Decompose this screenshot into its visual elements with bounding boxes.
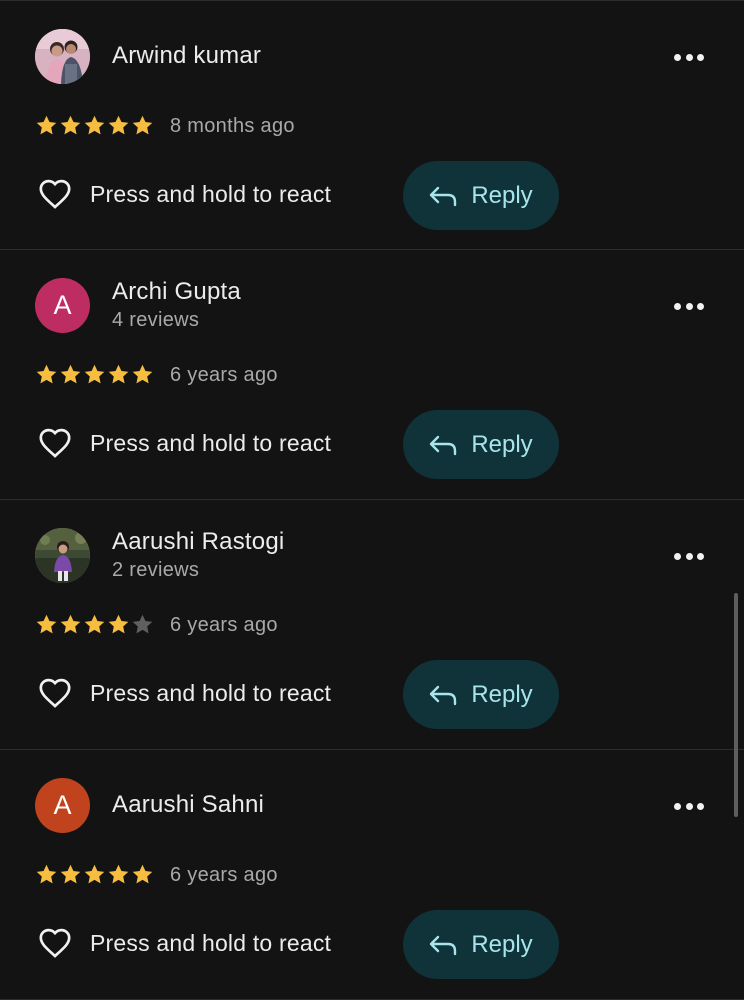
reply-button[interactable]: Reply — [403, 410, 559, 479]
more-vert-icon — [674, 302, 681, 310]
reviewer-name[interactable]: Aarushi Rastogi — [112, 528, 284, 556]
star-rating — [35, 613, 154, 636]
star-icon — [36, 864, 57, 884]
star-icon — [108, 864, 129, 884]
star-icon — [84, 614, 105, 634]
reply-button[interactable]: Reply — [403, 161, 559, 230]
more-options-button[interactable] — [674, 300, 704, 312]
reply-arrow-icon — [430, 186, 457, 206]
avatar[interactable] — [35, 528, 90, 583]
review-item: Aarushi Rastogi 2 reviews 6 years ago Press… — [0, 500, 744, 750]
reply-button[interactable]: Reply — [403, 660, 559, 729]
reply-label: Reply — [471, 680, 533, 708]
react-button[interactable]: Press and hold to react — [37, 676, 331, 710]
review-time: 8 months ago — [170, 115, 295, 137]
reply-label: Reply — [471, 430, 533, 458]
reviewer-name[interactable]: Archi Gupta — [112, 278, 241, 306]
more-options-button[interactable] — [674, 550, 704, 562]
star-icon — [60, 364, 81, 384]
star-icon — [132, 115, 153, 135]
more-vert-icon — [674, 53, 681, 61]
star-icon — [36, 364, 57, 384]
review-time: 6 years ago — [170, 364, 278, 386]
avatar[interactable]: A — [35, 778, 90, 833]
react-label: Press and hold to react — [90, 679, 332, 706]
reviewer-review-count: 2 reviews — [112, 559, 200, 581]
avatar-letter: A — [53, 290, 72, 320]
star-icon — [108, 364, 129, 384]
heart-outline-icon — [39, 678, 71, 708]
reply-label: Reply — [471, 181, 533, 209]
star-icon — [108, 115, 129, 135]
star-icon — [132, 614, 153, 634]
review-list: Arwind kumar 8 months ago Press and hold t… — [0, 0, 744, 1000]
avatar[interactable]: A — [35, 278, 90, 333]
star-rating — [35, 863, 154, 886]
react-label: Press and hold to react — [90, 429, 332, 456]
star-icon — [60, 614, 81, 634]
star-icon — [132, 364, 153, 384]
star-icon — [132, 864, 153, 884]
more-vert-icon — [674, 552, 681, 560]
avatar[interactable] — [35, 29, 90, 84]
review-item: Arwind kumar 8 months ago Press and hold t… — [0, 0, 744, 250]
star-icon — [60, 115, 81, 135]
star-icon — [84, 364, 105, 384]
star-icon — [60, 864, 81, 884]
star-rating — [35, 114, 154, 137]
star-rating — [35, 363, 154, 386]
reply-arrow-icon — [430, 685, 457, 705]
scrollbar[interactable] — [734, 593, 738, 817]
reply-label: Reply — [471, 930, 533, 958]
more-vert-icon — [674, 802, 681, 810]
heart-outline-icon — [39, 928, 71, 958]
avatar-letter: A — [53, 790, 72, 820]
star-icon — [84, 115, 105, 135]
reviewer-name[interactable]: Arwind kumar — [112, 42, 261, 70]
heart-outline-icon — [39, 179, 71, 209]
react-label: Press and hold to react — [90, 929, 332, 956]
reviewer-review-count: 4 reviews — [112, 309, 200, 331]
more-options-button[interactable] — [674, 51, 704, 63]
review-item: A Aarushi Sahni 6 years ago Press and hold … — [0, 750, 744, 1000]
reviewer-name[interactable]: Aarushi Sahni — [112, 791, 264, 819]
more-options-button[interactable] — [674, 800, 704, 812]
reply-arrow-icon — [430, 935, 457, 955]
react-button[interactable]: Press and hold to react — [37, 926, 331, 960]
heart-outline-icon — [39, 428, 71, 458]
reply-arrow-icon — [430, 435, 457, 455]
star-icon — [108, 614, 129, 634]
react-label: Press and hold to react — [90, 180, 332, 207]
star-icon — [36, 115, 57, 135]
review-time: 6 years ago — [170, 864, 278, 886]
review-item: A Archi Gupta 4 reviews 6 years ago Press an… — [0, 250, 744, 500]
react-button[interactable]: Press and hold to react — [37, 426, 331, 460]
react-button[interactable]: Press and hold to react — [37, 177, 331, 211]
star-icon — [36, 614, 57, 634]
star-icon — [84, 864, 105, 884]
reply-button[interactable]: Reply — [403, 910, 559, 979]
review-time: 6 years ago — [170, 614, 278, 636]
